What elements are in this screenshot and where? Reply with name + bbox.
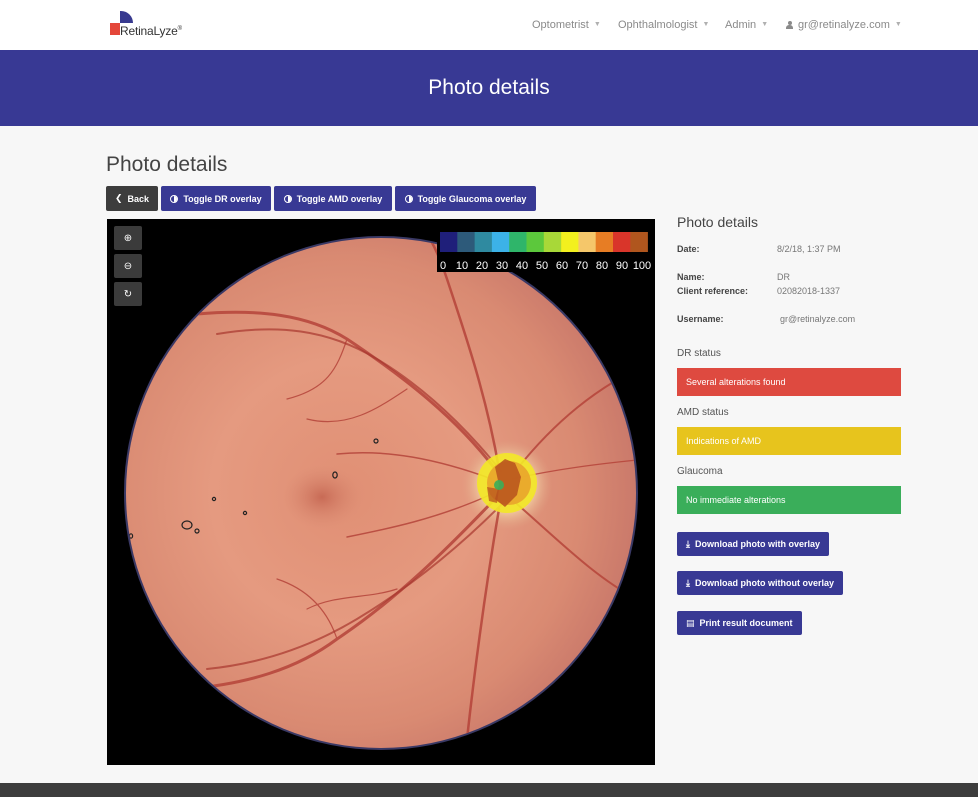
dr-status-label: DR status — [677, 348, 721, 359]
download-without-overlay-label: Download photo without overlay — [694, 578, 834, 588]
retinalyze-logo[interactable]: RetinaLyze® — [109, 11, 189, 39]
nav-ophthalmologist[interactable]: Ophthalmologist ▼ — [618, 18, 709, 32]
scale-tick-label: 10 — [456, 260, 468, 272]
reset-icon[interactable]: ↻ — [114, 282, 142, 306]
fundus-photo-viewer[interactable]: ⊕ ⊖ ↻ 0 10 20 30 40 50 60 70 80 90 100 — [107, 219, 655, 765]
scale-tick-label: 20 — [476, 260, 488, 272]
amd-status-value: Indications of AMD — [686, 436, 762, 446]
client-reference-label: Client reference: — [677, 286, 749, 296]
date-value: 8/2/18, 1:37 PM — [777, 244, 841, 254]
zoom-out-icon[interactable]: ⊖ — [114, 254, 142, 278]
document-icon: ▤ — [686, 617, 695, 628]
page-title: Photo details — [106, 153, 228, 176]
name-label: Name: — [677, 272, 705, 282]
back-button-label: Back — [127, 193, 150, 204]
nav-user-menu[interactable]: gr@retinalyze.com ▼ — [786, 18, 902, 32]
scale-swatch — [578, 232, 596, 252]
nav-admin[interactable]: Admin ▼ — [725, 18, 768, 32]
dr-status-badge: Several alterations found — [677, 368, 901, 396]
top-navbar: RetinaLyze® Optometrist ▼ Ophthalmologist… — [0, 0, 978, 50]
nav-admin-label: Admin — [725, 19, 757, 31]
toggle-glaucoma-overlay-button[interactable]: Toggle Glaucoma overlay — [395, 186, 536, 211]
dr-status-value: Several alterations found — [686, 377, 786, 387]
nav-optometrist[interactable]: Optometrist ▼ — [532, 18, 601, 32]
nav-optometrist-label: Optometrist — [532, 19, 589, 31]
logo-text: RetinaLyze® — [120, 24, 182, 38]
scale-tick-label: 40 — [516, 260, 528, 272]
print-result-label: Print result document — [699, 618, 793, 628]
download-icon: ⤓ — [686, 538, 690, 549]
name-value: DR — [777, 272, 790, 282]
scale-swatch — [561, 232, 579, 252]
zoom-in-icon[interactable]: ⊕ — [114, 226, 142, 250]
scale-swatch — [440, 232, 458, 252]
scale-swatch — [630, 232, 648, 252]
scale-tick-label: 60 — [556, 260, 568, 272]
amd-status-label: AMD status — [677, 407, 729, 418]
scale-tick-label: 100 — [633, 260, 651, 272]
scale-tick-label: 80 — [596, 260, 608, 272]
details-title: Photo details — [677, 214, 758, 230]
amd-status-badge: Indications of AMD — [677, 427, 901, 455]
username-label: Username: — [677, 314, 724, 324]
hero-banner: Photo details — [0, 50, 978, 126]
caret-down-icon: ▼ — [593, 20, 601, 28]
glaucoma-status-value: No immediate alterations — [686, 495, 786, 505]
scale-tick-label: 0 — [440, 260, 446, 272]
download-without-overlay-button[interactable]: ⤓ Download photo without overlay — [677, 571, 843, 595]
back-button[interactable]: ❮ Back — [106, 186, 158, 211]
contrast-icon — [283, 194, 292, 203]
toggle-amd-overlay-button[interactable]: Toggle AMD overlay — [274, 186, 392, 211]
print-result-button[interactable]: ▤ Print result document — [677, 611, 802, 635]
scale-tick-label: 30 — [496, 260, 508, 272]
caret-down-icon: ▼ — [894, 20, 902, 28]
scale-swatch — [595, 232, 614, 252]
toggle-amd-label: Toggle AMD overlay — [296, 193, 383, 204]
logo-red-square — [110, 23, 120, 35]
scale-swatch — [491, 232, 510, 252]
scale-swatch — [474, 232, 493, 252]
scale-tick-label: 90 — [616, 260, 628, 272]
contrast-icon — [170, 194, 179, 203]
download-with-overlay-label: Download photo with overlay — [694, 539, 820, 549]
user-icon — [786, 21, 793, 29]
download-icon: ⤓ — [686, 577, 690, 588]
scale-swatch — [543, 232, 562, 252]
scale-tick-label: 70 — [576, 260, 588, 272]
logo-blue-shape — [120, 11, 133, 23]
caret-down-icon: ▼ — [702, 20, 710, 28]
nav-user-email: gr@retinalyze.com — [798, 19, 890, 31]
client-reference-value: 02082018-1337 — [777, 286, 841, 296]
fundus-image — [124, 236, 638, 750]
toggle-dr-overlay-button[interactable]: Toggle DR overlay — [161, 186, 271, 211]
toggle-dr-label: Toggle DR overlay — [183, 193, 262, 204]
scale-swatch — [457, 232, 475, 252]
scale-swatch — [613, 232, 631, 252]
download-with-overlay-button[interactable]: ⤓ Download photo with overlay — [677, 532, 829, 556]
date-label: Date: — [677, 244, 700, 254]
footer — [0, 783, 978, 797]
scale-tick-label: 50 — [536, 260, 548, 272]
username-value: gr@retinalyze.com — [780, 314, 856, 324]
contrast-icon — [404, 194, 413, 203]
toggle-glaucoma-label: Toggle Glaucoma overlay — [417, 193, 527, 204]
chevron-left-icon: ❮ — [114, 193, 123, 203]
nav-ophthalmologist-label: Ophthalmologist — [618, 19, 698, 31]
probability-scale-legend: 0 10 20 30 40 50 60 70 80 90 100 — [437, 230, 652, 272]
scale-swatch — [526, 232, 545, 252]
glaucoma-status-badge: No immediate alterations — [677, 486, 901, 514]
hero-title: Photo details — [428, 76, 550, 99]
glaucoma-status-label: Glaucoma — [677, 466, 723, 477]
caret-down-icon: ▼ — [761, 20, 769, 28]
scale-swatch — [509, 232, 527, 252]
